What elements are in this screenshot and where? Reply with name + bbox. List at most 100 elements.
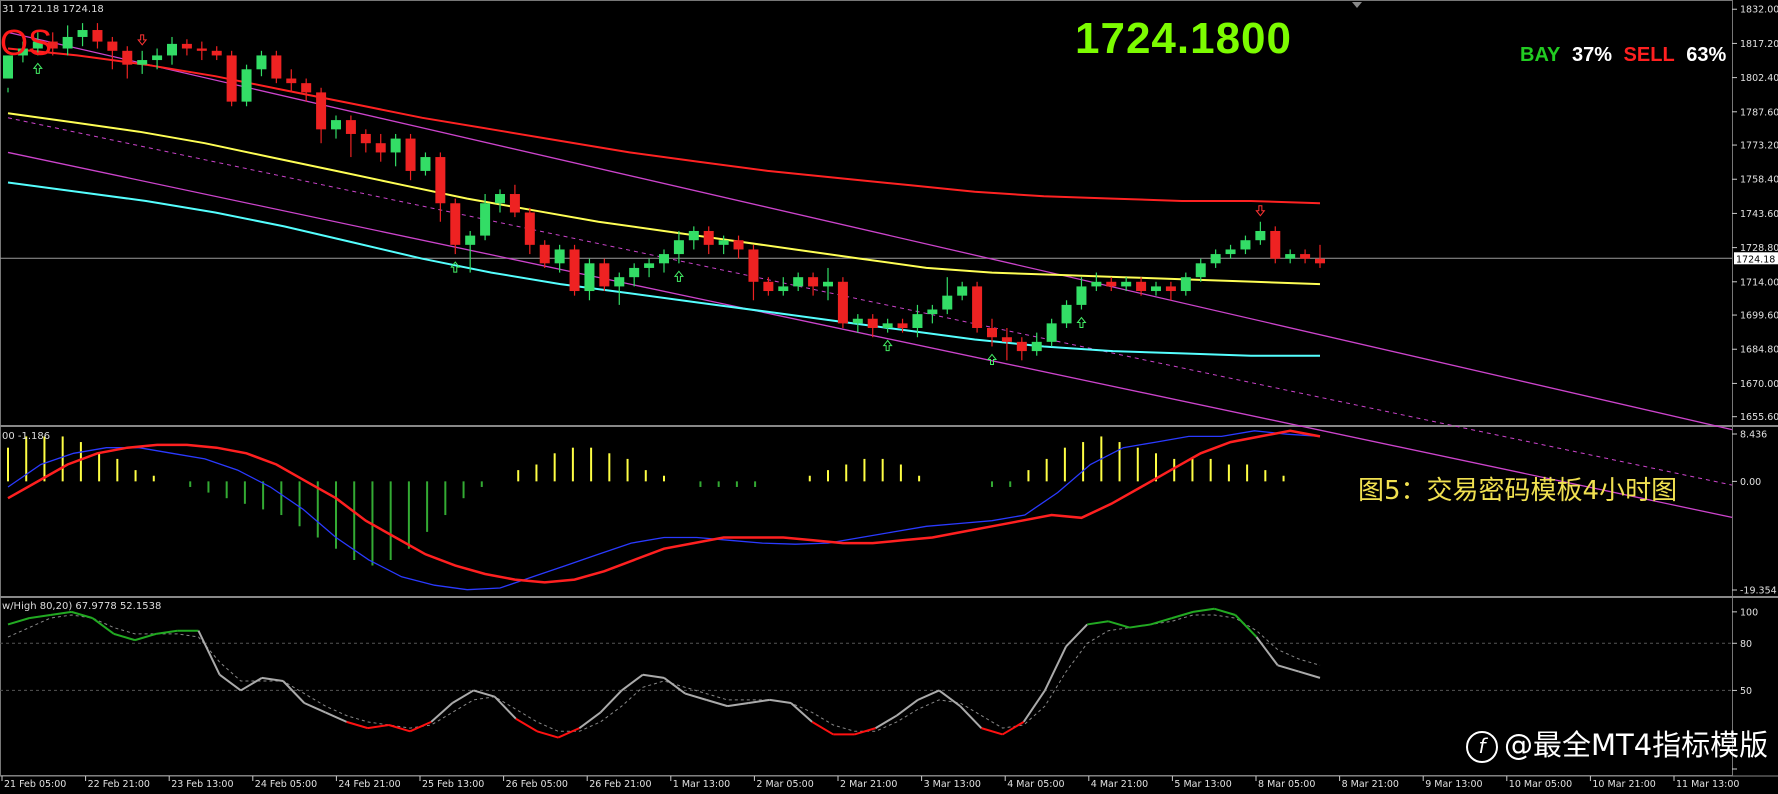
candle-bear: [345, 120, 356, 134]
candle-bear: [524, 212, 535, 245]
chart-canvas[interactable]: 1832.00 1817.20 1802.40 1787.60 1773.20 1758.…: [0, 0, 1778, 790]
sell-label: SELL: [1623, 44, 1675, 66]
candle-bull: [1151, 286, 1161, 292]
candle-bull: [167, 43, 177, 56]
time-tick-label: 9 Mar 13:00: [1425, 779, 1482, 790]
stoch-main-segment: [1171, 610, 1194, 620]
candle-bull: [927, 309, 938, 315]
price-tick-label: 1802.40: [1740, 73, 1778, 84]
candle-bear: [1300, 254, 1311, 259]
stoch-main-segment: [473, 689, 495, 698]
candle-bear: [703, 230, 714, 245]
candle-bull: [882, 323, 893, 328]
candle-bull: [614, 277, 625, 287]
stoch-main-segment: [1298, 670, 1321, 679]
price-tick-label: 1832.00: [1740, 5, 1778, 16]
candle-bear: [271, 55, 282, 79]
figure-caption: 图5：交易密码模板4小时图: [1358, 476, 1678, 506]
stoch-main-segment: [621, 673, 644, 692]
time-tick-label: 11 Mar 13:00: [1676, 779, 1739, 790]
candle-bear: [509, 194, 520, 213]
buy-arrow-icon: [32, 62, 43, 74]
price-tick-label: 1655.60: [1740, 412, 1778, 423]
stoch-main-segment: [578, 711, 602, 729]
symbol-info-line: 31 1721.18 1724.18: [2, 4, 104, 15]
buy-label: BAY: [1520, 44, 1561, 66]
stoch-main-segment: [938, 689, 961, 707]
time-tick-label: 8 Mar 21:00: [1342, 779, 1399, 790]
time-tick-label: 2 Mar 21:00: [840, 779, 897, 790]
stoch-signal-line: [7, 614, 1321, 732]
candle-bull: [1195, 263, 1206, 278]
candle-bear: [181, 43, 192, 49]
price-tick-label: 1758.40: [1740, 175, 1778, 186]
stoch-main-segment: [1044, 645, 1067, 691]
stoch-main-segment: [642, 673, 665, 679]
candle-bear: [1001, 337, 1012, 342]
time-tick-label: 26 Feb 21:00: [589, 779, 651, 790]
price-tick-label: 1699.60: [1740, 311, 1778, 322]
stoch-main-segment: [346, 720, 369, 730]
candle-bull: [331, 120, 341, 130]
stoch-main-segment: [155, 629, 178, 635]
macd-tick-label: -19.354: [1740, 586, 1777, 597]
candle-bull: [1180, 277, 1191, 292]
candle-bull: [137, 60, 148, 65]
candle-bull: [554, 249, 565, 264]
candle-bear: [1165, 286, 1176, 292]
channel-lower-line: [7, 151, 1733, 519]
candle-bear: [375, 143, 386, 153]
symbol-label: OS: [0, 22, 53, 63]
macd-main-line: [7, 430, 1321, 591]
current-price-tag-label: 1724.18: [1736, 254, 1775, 265]
stoch-main-segment: [409, 720, 432, 733]
stoch-main-segment: [113, 632, 136, 642]
candle-bull: [465, 235, 476, 245]
candle-bear: [1016, 341, 1027, 352]
candle-bull: [1031, 341, 1042, 352]
stoch-main-segment: [790, 702, 813, 723]
buy-arrow-icon: [450, 261, 461, 273]
time-tick-label: 21 Feb 05:00: [4, 779, 66, 790]
time-tick-label: 22 Feb 21:00: [88, 779, 150, 790]
candle-bull: [912, 314, 923, 328]
stoch-main-segment: [1255, 636, 1279, 666]
stoch-main-segment: [7, 617, 30, 626]
buy-arrow-icon: [986, 353, 998, 365]
macd-tick-label: 0.00: [1740, 477, 1761, 488]
chart-window: 1832.00 1817.20 1802.40 1787.60 1773.20 1758.…: [0, 0, 1778, 790]
candle-bull: [77, 30, 88, 37]
stoch-main-segment: [981, 727, 1003, 736]
price-tick-label: 1817.20: [1740, 39, 1778, 50]
stoch-main-segment: [1087, 620, 1109, 626]
stoch-main-segment: [29, 614, 51, 620]
stoch-main-segment: [1002, 720, 1025, 736]
candle-bull: [1285, 254, 1296, 259]
stoch-main-segment: [599, 689, 623, 714]
candle-bull: [241, 69, 252, 102]
candle-bull: [688, 230, 699, 241]
price-tick-label: 1670.00: [1740, 379, 1778, 390]
stoch-main-segment: [896, 699, 919, 717]
stoch-main-segment: [367, 724, 390, 730]
macd-signal-line: [7, 429, 1321, 584]
candle-bear: [897, 323, 908, 328]
stoch-main-segment: [388, 724, 411, 733]
candle-bull: [1255, 230, 1266, 241]
candle-bear: [211, 50, 222, 56]
time-tick-label: 1 Mar 13:00: [673, 779, 730, 790]
candle-bear: [92, 30, 103, 42]
candle-bull: [942, 295, 953, 310]
candle-bull: [152, 55, 163, 61]
candle-bear: [733, 240, 744, 250]
stoch-main-segment: [917, 689, 940, 701]
time-tick-label: 3 Mar 13:00: [924, 779, 981, 790]
sell-arrow-icon: [137, 34, 148, 46]
candle-bull: [1225, 249, 1236, 255]
macd-tick-label: 8.436: [1740, 430, 1767, 441]
stoch-main-segment: [536, 730, 559, 739]
stoch-main-segment: [325, 711, 347, 723]
time-tick-label: 8 Mar 05:00: [1258, 779, 1315, 790]
stoch-main-segment: [769, 698, 792, 704]
stoch-main-segment: [282, 680, 305, 704]
